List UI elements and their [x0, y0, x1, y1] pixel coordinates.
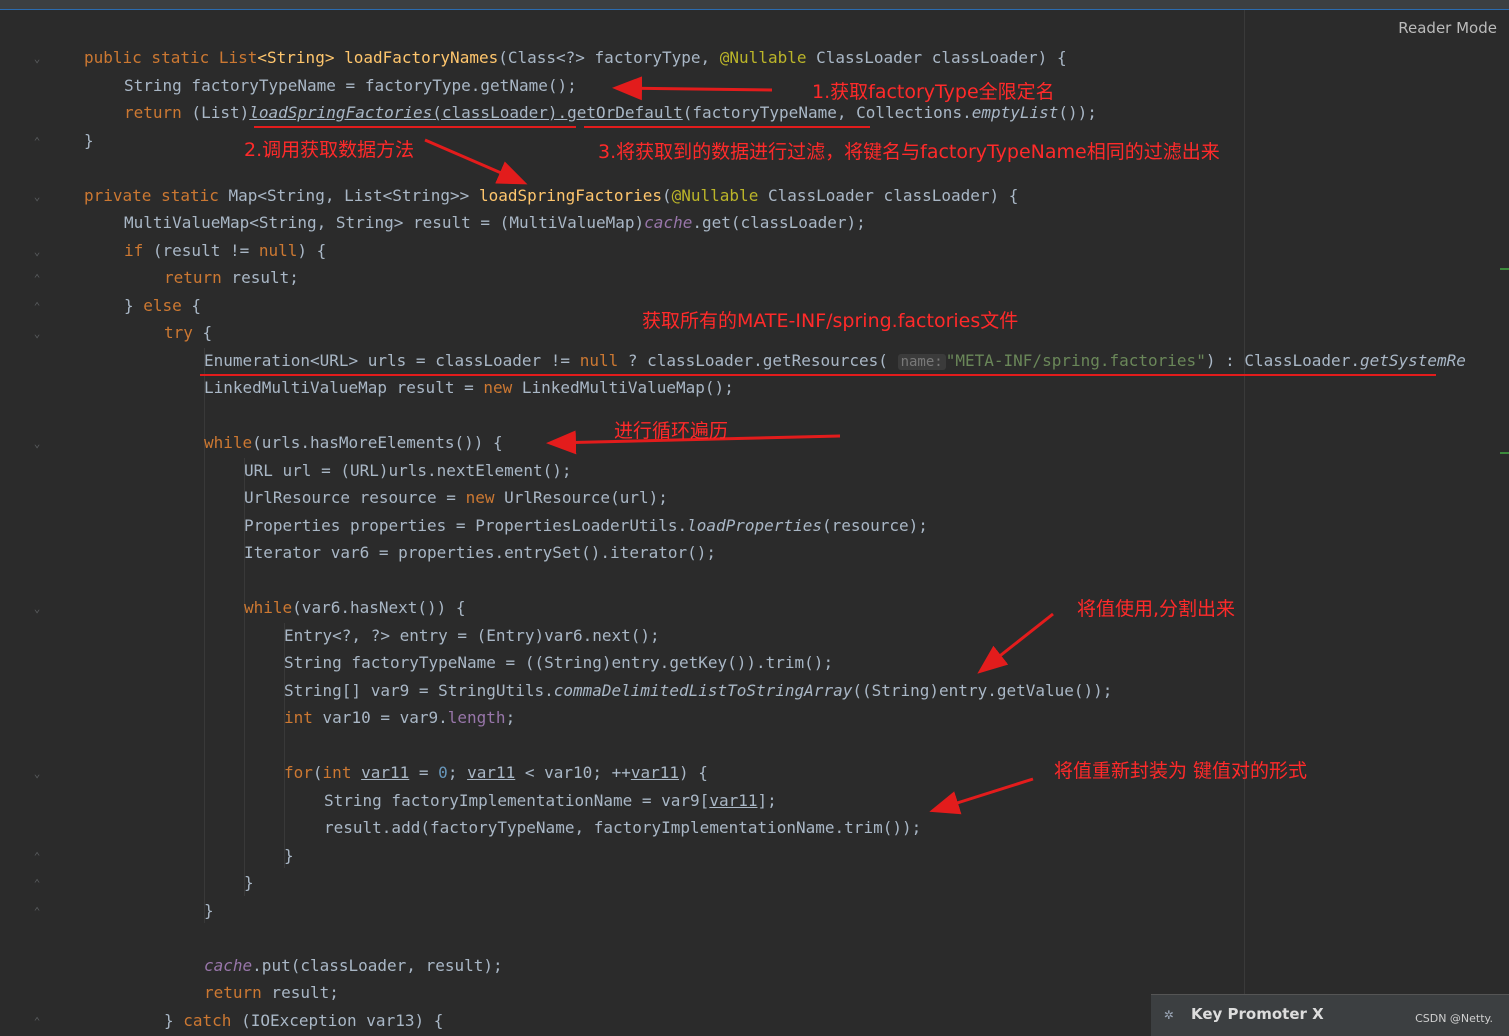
watermark-credit: CSDN @Netty.: [1415, 1012, 1493, 1025]
annotation-note: 将值重新封装为 键值对的形式: [1054, 760, 1308, 782]
arrow-icon: [929, 777, 1034, 815]
plugin-icon: ✲: [1164, 1004, 1174, 1023]
arrow-icon: [424, 138, 528, 185]
annotation-note: 3.将获取到的数据进行过滤，将键名与factoryTypeName相同的过滤出来: [598, 141, 1220, 163]
key-promoter-popup[interactable]: ✲ Key Promoter X CSDN @Netty.: [1151, 994, 1509, 1036]
arrow-icon: [977, 612, 1054, 674]
arrow-icon: [612, 76, 773, 101]
popup-title: Key Promoter X: [1191, 1005, 1324, 1023]
annotation-note: 进行循环遍历: [614, 420, 729, 442]
annotation-note: 1.获取factoryType全限定名: [812, 81, 1055, 103]
annotation-note: 将值使用,分割出来: [1077, 598, 1236, 620]
annotation-note: 2.调用获取数据方法: [244, 139, 415, 161]
annotation-note: 获取所有的MATE-INF/spring.factories文件: [642, 310, 1019, 332]
